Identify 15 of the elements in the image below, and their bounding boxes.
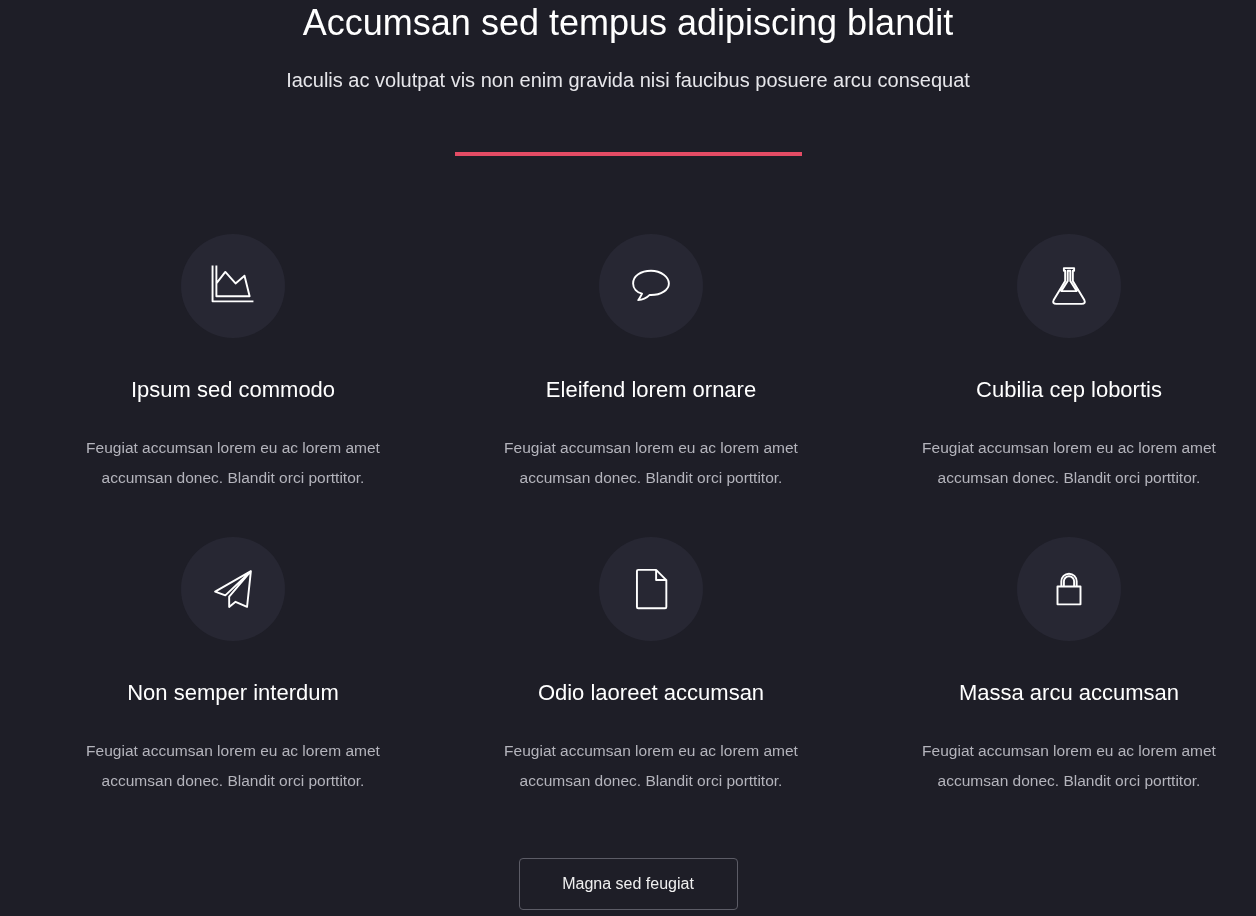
feature-title: Massa arcu accumsan [958, 679, 1180, 707]
feature-title: Cubilia cep lobortis [976, 376, 1162, 404]
section-title: Accumsan sed tempus adipiscing blandit [302, 5, 954, 41]
feature-description: Feugiat accumsan lorem eu ac lorem amet accumsan donec. Blandit orci porttitor. [921, 741, 1217, 791]
feature-description: Feugiat accumsan lorem eu ac lorem amet accumsan donec. Blandit orci porttitor. [503, 741, 799, 791]
feature-title: Ipsum sed commodo [130, 376, 336, 404]
feature-title: Eleifend lorem ornare [545, 376, 757, 404]
action-button[interactable]: Magna sed feugiat [518, 858, 738, 910]
section-subtitle: Iaculis ac volutpat vis non enim gravida nisi faucibus posuere arcu consequat [286, 68, 970, 93]
feature-description: Feugiat accumsan lorem eu ac lorem amet accumsan donec. Blandit orci porttitor. [921, 438, 1217, 488]
feature-description: Feugiat accumsan lorem eu ac lorem amet accumsan donec. Blandit orci porttitor. [85, 438, 381, 488]
feature-description: Feugiat accumsan lorem eu ac lorem amet accumsan donec. Blandit orci porttitor. [85, 741, 381, 791]
feature-description: Feugiat accumsan lorem eu ac lorem amet accumsan donec. Blandit orci porttitor. [503, 438, 799, 488]
feature-title: Odio laoreet accumsan [537, 679, 765, 707]
feature-title: Non semper interdum [127, 679, 339, 707]
